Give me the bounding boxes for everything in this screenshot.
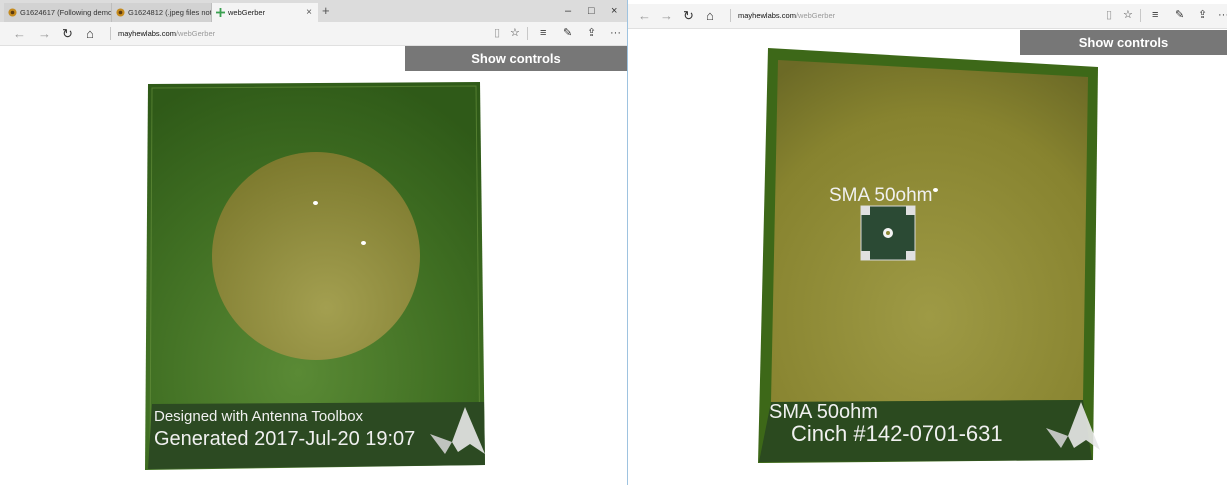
matlab-favicon-icon — [116, 8, 125, 17]
matlab-favicon-icon — [8, 8, 17, 17]
via-hole — [933, 188, 938, 192]
pcb-board-render — [758, 48, 1100, 463]
share-icon[interactable]: ⇪ — [1198, 7, 1207, 24]
url-host: mayhewlabs.com — [118, 29, 176, 38]
minimize-button[interactable]: – — [565, 2, 571, 20]
web-note-icon[interactable]: ✎ — [1175, 7, 1184, 24]
show-controls-button[interactable]: Show controls — [405, 46, 627, 71]
address-bar: ← → ↻ ⌂ mayhewlabs.com/webGerber ▯ ☆ ≡ ✎… — [628, 4, 1227, 29]
address-bar: ← → ↻ ⌂ mayhewlabs.com/webGerber ▯ ☆ ≡ ✎… — [0, 22, 627, 46]
divider — [527, 27, 528, 40]
close-tab-icon[interactable]: × — [306, 3, 312, 22]
back-icon[interactable]: ← — [638, 7, 651, 24]
tab-g1624812[interactable]: G1624812 (.jpeg files not su — [112, 3, 212, 22]
connector-label: SMA 50ohm — [829, 185, 933, 206]
tab-strip: G1624617 (Following demo) G1624812 (.jpe… — [0, 0, 627, 22]
pcb-viewport[interactable]: Designed with Antenna Toolbox Generated … — [0, 72, 627, 485]
board-text-line-1: Designed with Antenna Toolbox — [154, 408, 364, 425]
more-icon[interactable]: ··· — [610, 25, 621, 42]
tab-webgerber[interactable]: webGerber × — [212, 3, 318, 22]
share-icon[interactable]: ⇪ — [587, 25, 596, 42]
copper-pad — [212, 152, 420, 360]
refresh-icon[interactable]: ↻ — [683, 7, 694, 24]
board-text-line-2: Cinch #142-0701-631 — [791, 421, 1003, 446]
tab-label: webGerber — [228, 8, 266, 17]
pcb-viewport[interactable]: SMA 50ohm SMA 50ohm Cinch #142-0701-631 — [628, 40, 1227, 485]
web-note-icon[interactable]: ✎ — [563, 25, 572, 42]
more-icon[interactable]: ··· — [1218, 7, 1227, 24]
url-field[interactable]: mayhewlabs.com/webGerber — [738, 8, 835, 23]
forward-icon[interactable]: → — [660, 7, 673, 24]
browser-window-right: ← → ↻ ⌂ mayhewlabs.com/webGerber ▯ ☆ ≡ ✎… — [628, 0, 1227, 485]
hub-icon[interactable]: ≡ — [540, 25, 546, 42]
via-hole — [361, 241, 366, 245]
new-tab-button[interactable]: + — [322, 2, 330, 20]
reading-view-icon[interactable]: ▯ — [494, 25, 500, 42]
favorite-star-icon[interactable]: ☆ — [510, 25, 520, 42]
close-window-button[interactable]: × — [611, 2, 617, 20]
url-path: /webGerber — [175, 29, 216, 38]
home-icon[interactable]: ⌂ — [86, 25, 94, 42]
sma-connector-footprint — [860, 205, 916, 261]
forward-icon[interactable]: → — [38, 25, 51, 42]
tab-label: G1624812 (.jpeg files not su — [128, 8, 212, 17]
via-hole — [313, 201, 318, 205]
board-text-line-2: Generated 2017-Jul-20 19:07 — [154, 428, 416, 450]
url-path: /webGerber — [795, 11, 836, 20]
reading-view-icon[interactable]: ▯ — [1106, 7, 1112, 24]
tab-label: G1624617 (Following demo) — [20, 8, 112, 17]
home-icon[interactable]: ⌂ — [706, 7, 714, 24]
copper-pour — [771, 60, 1088, 402]
favorite-star-icon[interactable]: ☆ — [1123, 7, 1133, 24]
browser-window-left: G1624617 (Following demo) G1624812 (.jpe… — [0, 0, 628, 485]
webgerber-favicon-icon — [216, 8, 225, 17]
url-host: mayhewlabs.com — [738, 11, 796, 20]
divider — [110, 27, 111, 40]
refresh-icon[interactable]: ↻ — [62, 25, 73, 42]
maximize-button[interactable]: □ — [588, 2, 595, 20]
tab-g1624617[interactable]: G1624617 (Following demo) — [4, 3, 112, 22]
url-field[interactable]: mayhewlabs.com/webGerber — [118, 26, 215, 41]
divider — [1140, 9, 1141, 22]
hub-icon[interactable]: ≡ — [1152, 7, 1158, 24]
divider — [730, 9, 731, 22]
back-icon[interactable]: ← — [13, 25, 26, 42]
